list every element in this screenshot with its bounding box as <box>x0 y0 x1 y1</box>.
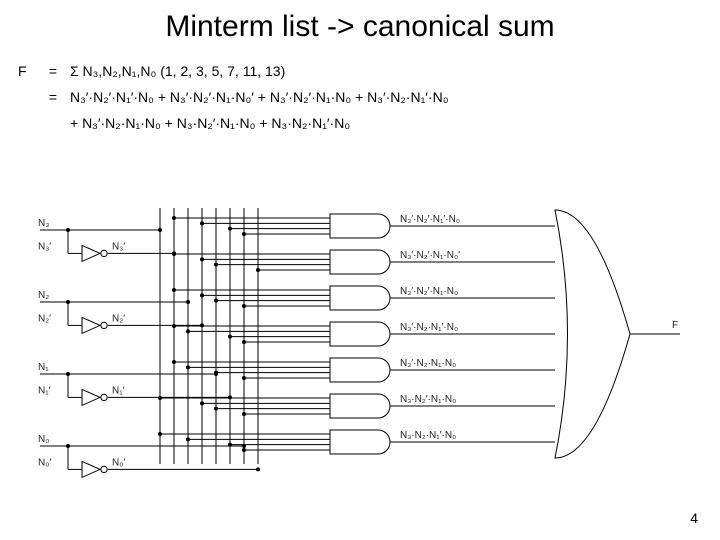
logic-diagram: N₃ N₃′ N₃′ N₂ N₂′ N₂′ N₁ N₁′ N₁′ N₀ N₀′ N₀′ N₃′·N₂′·… <box>30 200 690 525</box>
eq-equals-1: = <box>46 60 60 84</box>
eq-line2: N₃′·N₂′·N₁′·N₀ + N₃′·N₂′·N₁·N₀′ + N₃′·N₂… <box>70 86 702 110</box>
page-number: 4 <box>690 510 698 526</box>
and-output-label: N₃′·N₂′·N₁·N₀′ <box>400 250 460 261</box>
eq-line3: + N₃′·N₂·N₁·N₀ + N₃·N₂′·N₁·N₀ + N₃·N₂·N₁… <box>70 112 702 136</box>
svg-text:N₃′: N₃′ <box>112 241 125 252</box>
output-label: F <box>672 320 678 331</box>
and-output-label: N₃·N₂′·N₁·N₀ <box>400 394 456 405</box>
svg-text:N₀′: N₀′ <box>112 457 125 468</box>
and-gate-icon <box>330 358 390 382</box>
or-gate-icon <box>555 210 630 458</box>
input-label: N₂ <box>38 290 49 301</box>
input-label: N₂′ <box>38 313 51 324</box>
input-label: N₁ <box>38 362 49 373</box>
svg-text:N₂′: N₂′ <box>112 313 125 324</box>
and-gate-icon <box>330 322 390 346</box>
and-output-label: N₃′·N₂·N₁·N₀ <box>400 358 456 369</box>
input-label: N₃ <box>38 218 49 229</box>
equation-block: F = Σ N₃,N₂,N₁,N₀ (1, 2, 3, 5, 7, 11, 13… <box>18 60 702 137</box>
and-output-label: N₃·N₂·N₁′·N₀ <box>400 430 456 441</box>
not-gate-icon <box>82 461 100 477</box>
not-gate-icon <box>82 389 100 405</box>
input-label: N₀′ <box>38 457 51 468</box>
not-gate-icon <box>82 317 100 333</box>
input-label: N₀ <box>38 434 49 445</box>
eq-line1: Σ N₃,N₂,N₁,N₀ (1, 2, 3, 5, 7, 11, 13) <box>70 60 702 84</box>
input-label: N₃′ <box>38 241 51 252</box>
input-label: N₁′ <box>38 385 51 396</box>
and-gate-icon <box>330 250 390 274</box>
svg-text:N₁′: N₁′ <box>112 385 125 396</box>
eq-equals-2: = <box>46 86 60 110</box>
not-gate-icon <box>82 245 100 261</box>
and-gate-icon <box>330 214 390 238</box>
and-output-label: N₃′·N₂′·N₁·N₀ <box>400 286 458 297</box>
eq-lhs: F <box>18 60 36 84</box>
and-output-label: N₃′·N₂·N₁′·N₀ <box>400 322 458 333</box>
page-title: Minterm list -> canonical sum <box>0 10 720 44</box>
and-gate-icon <box>330 286 390 310</box>
and-gate-icon <box>330 394 390 418</box>
and-output-label: N₃′·N₂′·N₁′·N₀ <box>400 214 460 225</box>
and-gate-icon <box>330 430 390 454</box>
